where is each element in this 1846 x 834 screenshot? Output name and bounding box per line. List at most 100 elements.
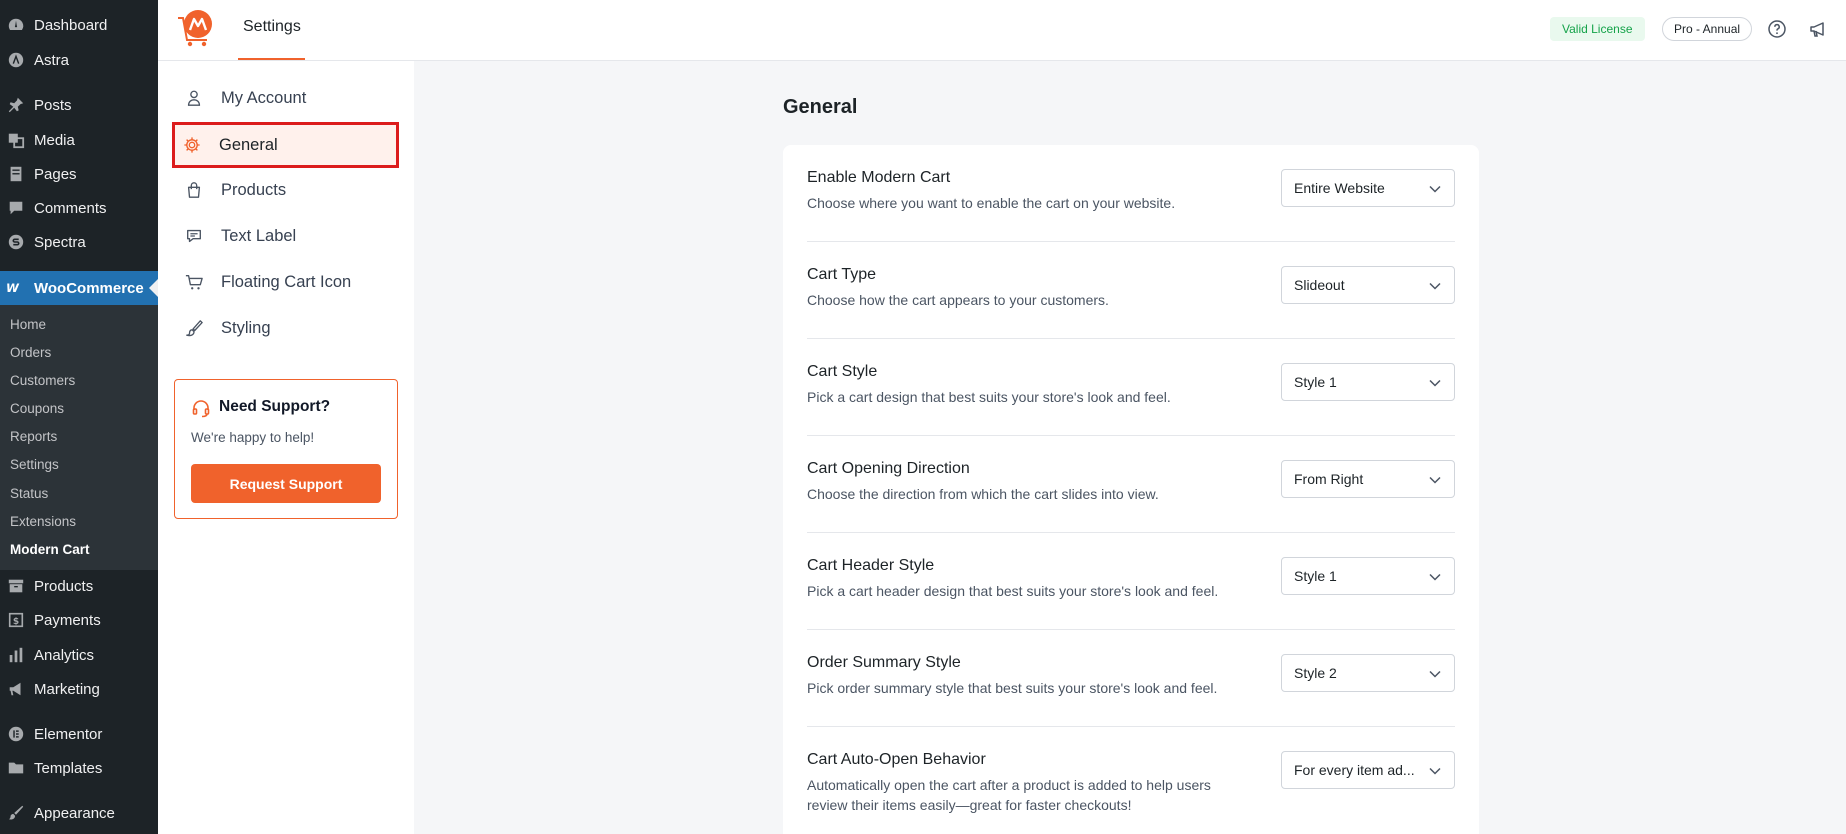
order-summary-style-select[interactable]: Style 2 — [1281, 654, 1455, 692]
elementor-icon — [6, 724, 26, 744]
setting-description: Choose how the cart appears to your cust… — [807, 292, 1109, 308]
nav-products[interactable]: Products — [174, 169, 400, 211]
submenu-reports[interactable]: Reports — [10, 429, 57, 444]
wp-menu-payments[interactable]: $ Payments — [0, 605, 158, 635]
megaphone-icon — [6, 679, 26, 699]
wp-menu-pages[interactable]: Pages — [0, 159, 158, 189]
nav-label: General — [219, 135, 278, 154]
wp-menu-label: Comments — [34, 199, 107, 217]
setting-cart-style: Cart Style Pick a cart design that best … — [807, 363, 1455, 415]
setting-cart-auto-open-behavior: Cart Auto-Open Behavior Automatically op… — [807, 751, 1455, 823]
setting-cart-header-style: Cart Header Style Pick a cart header des… — [807, 557, 1455, 609]
submenu-customers[interactable]: Customers — [10, 373, 75, 388]
support-card: Need Support? We're happy to help! Reque… — [174, 379, 398, 519]
setting-title: Cart Style — [807, 363, 878, 380]
nav-text-label[interactable]: Text Label — [174, 215, 400, 257]
cart-header-style-select[interactable]: Style 1 — [1281, 557, 1455, 595]
select-value: Slideout — [1294, 277, 1345, 293]
settings-nav: My Account General Products Text Label F… — [158, 61, 414, 834]
wp-menu-appearance[interactable]: Appearance — [0, 798, 158, 828]
wp-menu-label: Elementor — [34, 725, 103, 743]
dashboard-icon — [6, 15, 26, 35]
wp-menu-products[interactable]: Products — [0, 571, 158, 601]
wp-menu-spectra[interactable]: Spectra — [0, 227, 158, 257]
wp-menu-marketing[interactable]: Marketing — [0, 674, 158, 704]
help-icon[interactable] — [1767, 19, 1787, 39]
setting-description: Choose the direction from which the cart… — [807, 486, 1159, 502]
request-support-button[interactable]: Request Support — [191, 464, 381, 503]
svg-text:W: W — [6, 281, 20, 295]
setting-title: Cart Type — [807, 266, 877, 283]
setting-title: Order Summary Style — [807, 654, 961, 671]
wp-menu-astra[interactable]: Astra — [0, 45, 158, 75]
submenu-status[interactable]: Status — [10, 486, 48, 501]
wp-menu-templates[interactable]: Templates — [0, 753, 158, 783]
media-icon — [6, 130, 26, 150]
wp-menu-label: Appearance — [34, 804, 115, 822]
woocommerce-submenu: Home Orders Customers Coupons Reports Se… — [0, 305, 158, 570]
wp-menu-label: WooCommerce — [34, 279, 144, 297]
chevron-down-icon — [1428, 667, 1442, 681]
wp-menu-woocommerce[interactable]: W WooCommerce — [0, 271, 158, 305]
cart-opening-direction-select[interactable]: From Right — [1281, 460, 1455, 498]
wp-menu-label: Payments — [34, 611, 101, 629]
wp-menu-posts[interactable]: Posts — [0, 90, 158, 120]
select-value: Style 2 — [1294, 665, 1337, 681]
plan-badge: Pro - Annual — [1662, 17, 1753, 41]
pin-icon — [6, 95, 26, 115]
submenu-modern-cart[interactable]: Modern Cart — [10, 542, 90, 557]
wp-menu-label: Marketing — [34, 680, 100, 698]
chevron-down-icon — [1428, 570, 1442, 584]
chevron-down-icon — [1428, 473, 1442, 487]
wp-menu-label: Dashboard — [34, 16, 108, 34]
setting-cart-opening-direction: Cart Opening Direction Choose the direct… — [807, 460, 1455, 512]
cart-style-select[interactable]: Style 1 — [1281, 363, 1455, 401]
setting-description: Pick a cart design that best suits your … — [807, 389, 1171, 405]
wp-menu-comments[interactable]: Comments — [0, 193, 158, 223]
announcement-icon[interactable] — [1808, 19, 1828, 39]
row-divider — [807, 241, 1455, 242]
setting-title: Enable Modern Cart — [807, 169, 951, 186]
row-divider — [807, 629, 1455, 630]
chevron-down-icon — [1428, 182, 1442, 196]
submenu-settings[interactable]: Settings — [10, 457, 59, 472]
comment-icon — [6, 198, 26, 218]
submenu-orders[interactable]: Orders — [10, 345, 51, 360]
wp-menu-dashboard[interactable]: Dashboard — [0, 10, 158, 40]
wp-menu-analytics[interactable]: Analytics — [0, 640, 158, 670]
row-divider — [807, 338, 1455, 339]
chevron-down-icon — [1428, 279, 1442, 293]
nav-label: My Account — [221, 88, 307, 107]
wp-menu-label: Pages — [34, 165, 77, 183]
nav-my-account[interactable]: My Account — [174, 77, 400, 119]
chat-icon — [184, 226, 204, 246]
select-value: Entire Website — [1294, 180, 1385, 196]
select-value: Style 1 — [1294, 568, 1337, 584]
cart-type-select[interactable]: Slideout — [1281, 266, 1455, 304]
submenu-coupons[interactable]: Coupons — [10, 401, 64, 416]
setting-description: Choose where you want to enable the cart… — [807, 195, 1176, 211]
wp-menu-elementor[interactable]: Elementor — [0, 719, 158, 749]
folder-icon — [6, 758, 26, 778]
wp-menu-label: Products — [34, 577, 94, 595]
wp-menu-label: Spectra — [34, 233, 86, 251]
enable-modern-cart-select[interactable]: Entire Website — [1281, 169, 1455, 207]
nav-floating-cart-icon[interactable]: Floating Cart Icon — [174, 261, 400, 303]
page-title[interactable]: Settings — [243, 18, 301, 36]
setting-order-summary-style: Order Summary Style Pick order summary s… — [807, 654, 1455, 706]
setting-description: Pick a cart header design that best suit… — [807, 583, 1219, 599]
astra-icon — [6, 50, 26, 70]
nav-general[interactable]: General — [172, 122, 399, 168]
nav-styling[interactable]: Styling — [174, 307, 400, 349]
user-icon — [184, 88, 204, 108]
chevron-down-icon — [1428, 376, 1442, 390]
row-divider — [807, 435, 1455, 436]
nav-label: Products — [221, 180, 287, 199]
submenu-home[interactable]: Home — [10, 317, 46, 332]
chevron-down-icon — [1428, 764, 1442, 778]
nav-label: Floating Cart Icon — [221, 272, 352, 291]
submenu-extensions[interactable]: Extensions — [10, 514, 76, 529]
wp-menu-media[interactable]: Media — [0, 125, 158, 155]
setting-description: Automatically open the cart after a prod… — [807, 777, 1211, 813]
cart-auto-open-behavior-select[interactable]: For every item ad... — [1281, 751, 1455, 789]
